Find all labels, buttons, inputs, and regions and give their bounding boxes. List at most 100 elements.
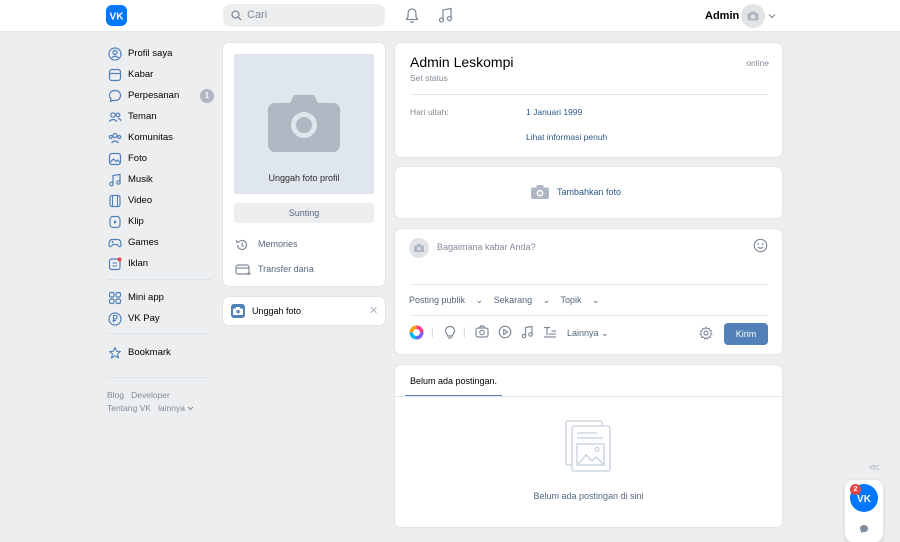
sidebar-item-friends[interactable]: Teman (107, 109, 213, 125)
chevron-down-icon (768, 13, 776, 19)
music-icon[interactable] (521, 325, 534, 339)
article-icon[interactable] (543, 325, 557, 339)
post-composer: Bagaimana kabar Anda? Posting publik ⌄ S… (395, 229, 782, 354)
schedule-label: Sekarang (493, 295, 533, 305)
post-input[interactable]: Bagaimana kabar Anda? (437, 242, 536, 252)
unread-badge: 1 (200, 89, 214, 103)
edit-button[interactable]: Sunting (234, 203, 374, 223)
full-info-link[interactable]: Lihat informasi penuh (526, 132, 607, 142)
search-icon (231, 10, 242, 21)
photo-caption: Unggah foto profil (268, 173, 340, 183)
sidebar-item-label: Foto (128, 153, 148, 164)
birthday-value[interactable]: 1 Januari 1999 (526, 107, 582, 117)
set-status-link[interactable]: Set status (410, 73, 448, 83)
camera-icon (231, 304, 245, 318)
sidebar-item-label: Perpesanan (128, 90, 180, 101)
sidebar-item-games[interactable]: Games (107, 235, 213, 251)
topic-dropdown[interactable]: Topik ⌄ (561, 295, 600, 305)
page-title: Admin Leskompi (410, 54, 514, 70)
avatar (741, 4, 765, 28)
footer-link-blog[interactable]: Blog (107, 390, 124, 400)
add-photo-label: Tambahkan foto (557, 187, 622, 197)
online-status: online (746, 58, 769, 68)
transfer-link[interactable]: Transfer dana (234, 262, 374, 278)
vk-logo[interactable]: VK (106, 5, 127, 26)
camera-icon[interactable] (475, 325, 489, 338)
close-icon[interactable]: ✕ (369, 304, 378, 317)
sidebar-item-label: Profil saya (128, 48, 173, 59)
sidebar-item-bookmark[interactable]: Bookmark (107, 345, 213, 361)
footer-links: Tentang VK lainnya (107, 403, 194, 413)
sidebar-item-clips[interactable]: Klip (107, 214, 213, 230)
chat-widget[interactable]: VK 2 (845, 480, 883, 542)
sidebar-item-messages[interactable]: Perpesanan 1 (107, 88, 214, 104)
sidebar-item-label: Iklan (128, 258, 149, 269)
profile-photo-upload[interactable]: Unggah foto profil (234, 54, 374, 194)
sidebar-item-label: Musik (128, 174, 153, 185)
footer-link-about[interactable]: Tentang VK (107, 403, 151, 413)
attachment-toolbar: | | Lainnya ⌄ (409, 325, 769, 341)
upload-photo-card[interactable]: Unggah foto ✕ (223, 297, 385, 325)
schedule-dropdown[interactable]: Sekarang ⌄ (494, 295, 551, 305)
color-theme-icon[interactable] (409, 325, 424, 340)
divider (395, 396, 782, 397)
sidebar-item-ads[interactable]: Iklan (107, 256, 213, 272)
search-placeholder: Cari (247, 9, 268, 21)
footer-link-more[interactable]: lainnya (158, 403, 185, 413)
wall-card: Belum ada postingan. Belum ada postingan… (395, 365, 782, 527)
transfer-label: Transfer dana (258, 264, 314, 274)
divider (107, 333, 211, 334)
tab-posts[interactable]: Belum ada postingan. (410, 376, 497, 386)
empty-state-text: Belum ada postingan di sini (533, 491, 644, 501)
divider (107, 279, 211, 280)
search-input[interactable]: Cari (223, 4, 385, 27)
sidebar-item-label: Video (128, 195, 153, 206)
divider: | (463, 327, 466, 338)
visibility-dropdown[interactable]: Posting publik ⌄ (409, 295, 483, 305)
memories-label: Memories (258, 239, 298, 249)
empty-posts-icon (565, 420, 611, 472)
collapse-icon[interactable]: << (869, 462, 880, 474)
post-options: Posting publik ⌄ Sekarang ⌄ Topik ⌄ (409, 295, 608, 306)
sidebar-item-communities[interactable]: Komunitas (107, 130, 213, 146)
sidebar-item-label: Teman (128, 111, 157, 122)
memories-link[interactable]: Memories (234, 237, 374, 253)
sidebar-item-mini-app[interactable]: Mini app (107, 290, 213, 306)
sidebar-item-label: Games (128, 237, 159, 248)
footer-links: Blog Developer (107, 390, 170, 400)
more-label: Lainnya (567, 328, 599, 338)
svg-text:VK: VK (110, 12, 125, 23)
notification-badge: 2 (850, 484, 861, 495)
sidebar-item-label: Mini app (128, 292, 164, 303)
profile-info-card: Admin Leskompi Set status online Hari ul… (395, 43, 782, 157)
music-icon[interactable] (438, 7, 454, 24)
divider (410, 94, 768, 95)
video-play-icon[interactable] (498, 325, 512, 339)
bell-icon[interactable] (404, 7, 420, 24)
avatar (409, 238, 429, 258)
sidebar-item-news[interactable]: Kabar (107, 67, 213, 83)
sidebar-item-vk-pay[interactable]: VK Pay (107, 311, 213, 327)
sidebar-item-label: Kabar (128, 69, 154, 80)
footer-link-developer[interactable]: Developer (131, 390, 170, 400)
profile-photo-card: Unggah foto profil Sunting Memories Tran… (223, 43, 385, 286)
visibility-label: Posting publik (409, 295, 466, 305)
lightbulb-icon[interactable] (443, 325, 457, 340)
emoji-icon[interactable] (753, 238, 768, 253)
send-button[interactable]: Kirim (724, 323, 768, 345)
more-attachments-dropdown[interactable]: Lainnya ⌄ (567, 328, 609, 339)
user-name: Admin (705, 10, 740, 22)
sidebar-item-video[interactable]: Video (107, 193, 213, 209)
gear-icon[interactable] (699, 326, 713, 340)
divider (410, 315, 768, 316)
birthday-label: Hari ultah: (410, 107, 449, 117)
chat-icon[interactable] (859, 524, 869, 534)
sidebar-item-music[interactable]: Musik (107, 172, 213, 188)
topic-label: Topik (560, 295, 582, 305)
sidebar-item-photos[interactable]: Foto (107, 151, 213, 167)
add-photo-card: Tambahkan foto (395, 167, 782, 218)
top-bar: VK Cari Admin (0, 0, 900, 32)
divider: | (431, 327, 434, 338)
sidebar-item-profile[interactable]: Profil saya (107, 46, 213, 62)
svg-text:VK: VK (857, 494, 872, 504)
